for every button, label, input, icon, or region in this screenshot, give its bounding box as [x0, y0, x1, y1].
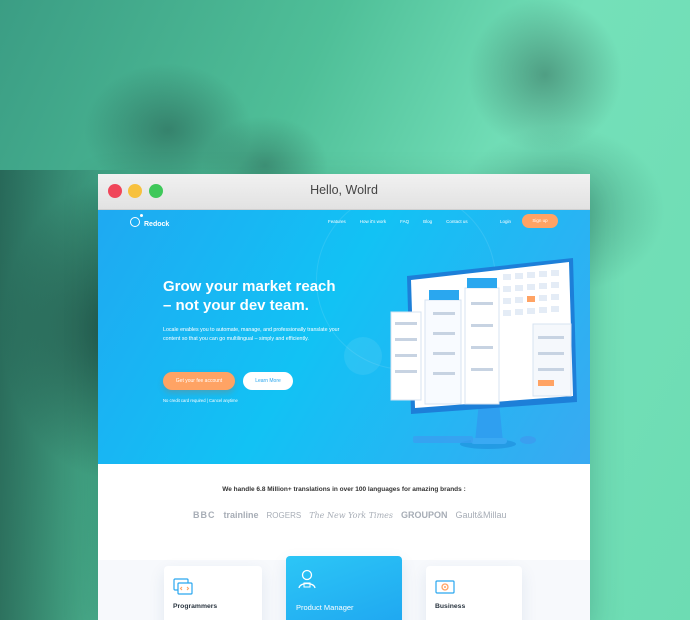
business-label: Business: [435, 603, 466, 610]
nav-link-how-it-works[interactable]: How it's work: [360, 219, 386, 224]
learn-more-button[interactable]: Learn More: [243, 372, 293, 390]
logo-rogers: ROGERS: [266, 510, 302, 520]
window-titlebar: Hello, Wolrd: [98, 174, 590, 210]
logo-nytimes: The New York Times: [309, 510, 394, 520]
brand-logo-icon[interactable]: [130, 214, 143, 227]
business-card[interactable]: Business: [426, 566, 522, 620]
nav-link-faq[interactable]: FAQ: [400, 219, 409, 224]
brand-name[interactable]: Redock: [144, 221, 169, 228]
logo-bbc: BBC: [193, 510, 216, 520]
free-account-button[interactable]: Get your fee account: [163, 372, 235, 390]
nav-link-contact[interactable]: Contact us: [446, 219, 468, 224]
logo-trainline: trainline: [223, 510, 259, 520]
role-cards-section: Programmers Product Manager Business: [98, 556, 590, 620]
hero-headline-line2: – not your dev team.: [163, 297, 309, 314]
nav-links: Features How it's work FAQ Blog Contact …: [328, 219, 468, 224]
code-window-icon: [173, 578, 193, 595]
business-gear-icon: [435, 580, 455, 594]
clients-heading: We handle 6.8 Million+ translations in o…: [222, 486, 466, 493]
window-title: Hello, Wolrd: [310, 183, 378, 197]
nav-link-features[interactable]: Features: [328, 219, 346, 224]
hero-subtitle: Locale enables you to automate, manage, …: [163, 327, 340, 342]
clients-section: We handle 6.8 Million+ translations in o…: [98, 464, 590, 560]
hero-section: Redock Features How it's work FAQ Blog C…: [98, 210, 590, 464]
hero-fine-print: No credit card required | Cancel anytime: [163, 398, 238, 403]
product-manager-label: Product Manager: [296, 603, 354, 612]
logo-groupon: GROUPON: [401, 510, 448, 520]
programmers-card[interactable]: Programmers: [164, 566, 262, 620]
client-logos: BBC trainline ROGERS The New York Times …: [193, 510, 507, 520]
login-link[interactable]: Login: [500, 219, 511, 224]
top-navigation: Redock Features How it's work FAQ Blog C…: [98, 210, 590, 240]
manager-person-icon: [298, 569, 316, 589]
monitor-illustration: [390, 258, 577, 449]
hero-headline-line1: Grow your market reach: [163, 278, 336, 295]
browser-window: Hello, Wolrd Redock Features How it's wo…: [98, 174, 590, 620]
programmers-label: Programmers: [173, 603, 218, 610]
nav-link-blog[interactable]: Blog: [423, 219, 432, 224]
product-manager-card[interactable]: Product Manager: [286, 556, 402, 620]
signup-button[interactable]: Sign up: [522, 214, 558, 228]
logo-gault-millau: Gault&Millau: [455, 510, 507, 520]
hero-headline: Grow your market reach – not your dev te…: [163, 277, 373, 315]
